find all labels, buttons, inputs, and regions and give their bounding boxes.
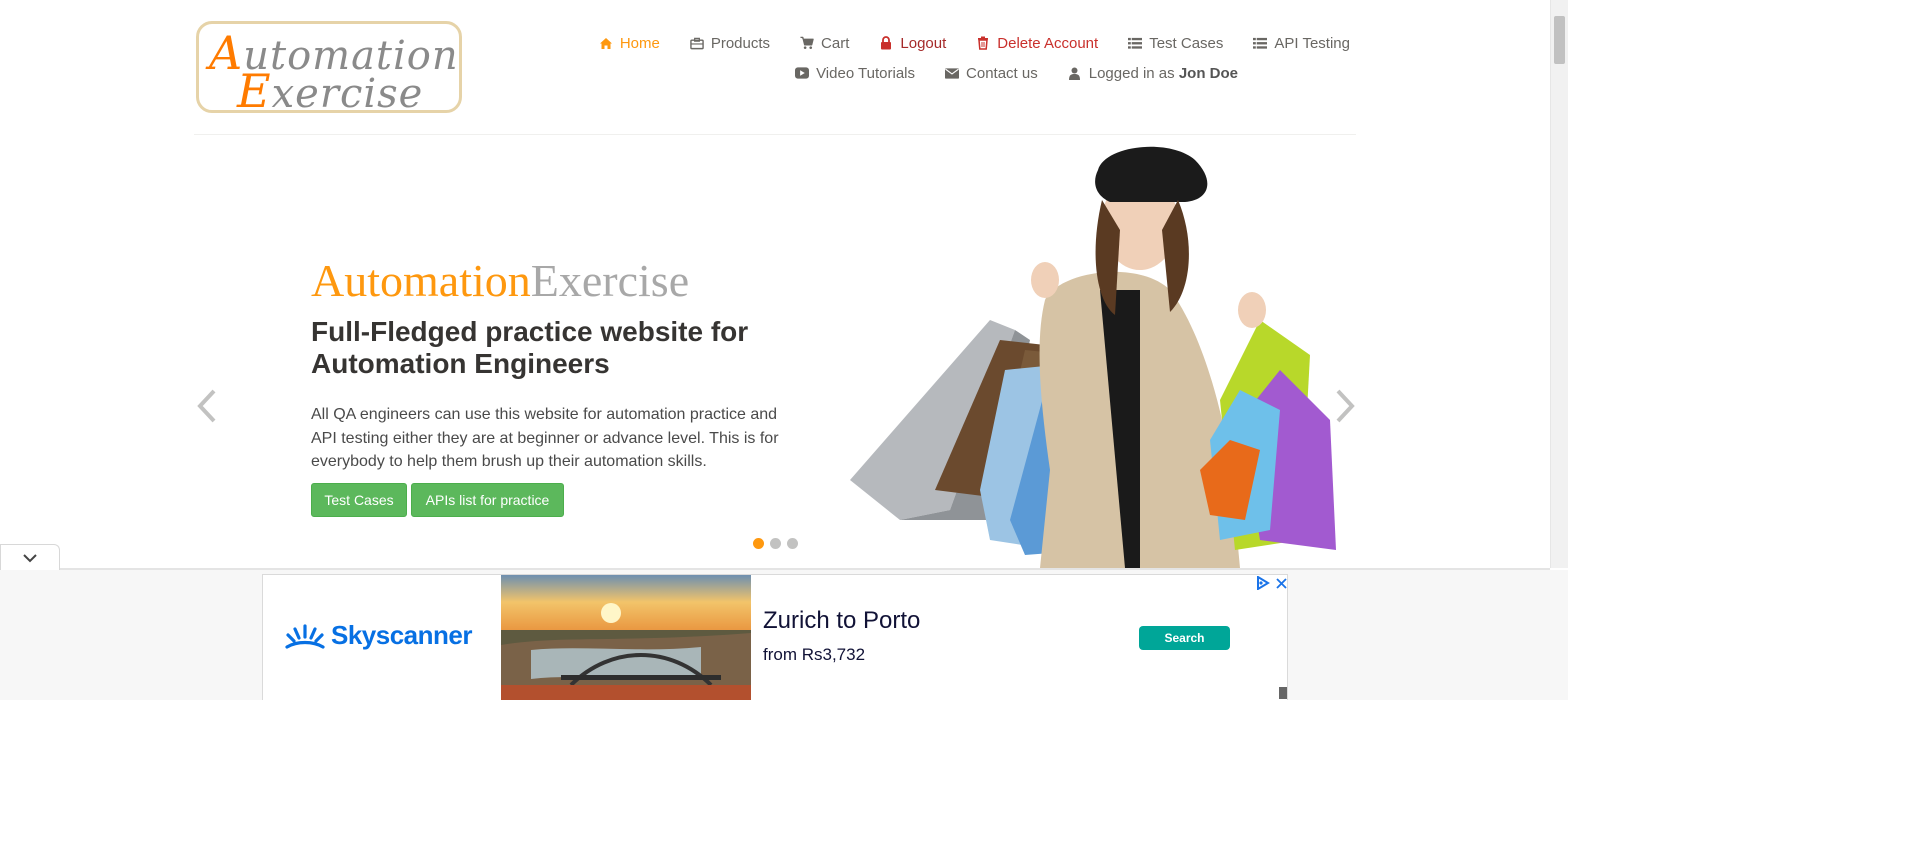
- envelope-icon: [945, 66, 960, 80]
- carousel-next-button[interactable]: [1334, 385, 1358, 429]
- ad-price: from Rs3,732: [763, 645, 866, 664]
- nav-products[interactable]: Products: [690, 35, 770, 52]
- ad-destination: Zurich to Porto: [763, 607, 921, 634]
- briefcase-icon: [690, 36, 704, 50]
- carousel-dot-1[interactable]: [753, 538, 764, 549]
- nav-video-tutorials[interactable]: Video Tutorials: [795, 65, 915, 82]
- close-ad-icon[interactable]: [1276, 577, 1287, 589]
- ad-choices: [1256, 576, 1287, 590]
- nav-cart-label: Cart: [821, 34, 850, 52]
- nav-products-label: Products: [710, 34, 771, 52]
- lock-icon: [879, 36, 893, 50]
- nav-contact-us[interactable]: Contact us: [945, 65, 1038, 82]
- site-logo[interactable]: Automation Exercise: [196, 21, 462, 118]
- nav-video-tutorials-label: Video Tutorials: [816, 64, 916, 82]
- slider-title-exercise: Exercise: [530, 255, 690, 306]
- nav-logout-label: Logout: [900, 34, 947, 52]
- test-cases-button[interactable]: Test Cases: [311, 483, 407, 517]
- logged-in-text: Logged in as Jon Doe: [1089, 65, 1238, 82]
- carousel-prev-button[interactable]: [194, 385, 218, 429]
- ad-resize-handle: [1279, 687, 1287, 699]
- user-icon: [1068, 66, 1082, 80]
- home-icon: [599, 36, 613, 50]
- skyscanner-ad[interactable]: Skyscanner Zurich to Porto from Rs3,732 …: [262, 574, 1288, 700]
- ad-collapse-button[interactable]: [0, 544, 60, 570]
- slider-title-automation: Automation: [311, 255, 531, 306]
- logo-cap-e: E: [237, 64, 272, 118]
- nav-test-cases[interactable]: Test Cases: [1128, 35, 1223, 52]
- chevron-right-icon: [1336, 389, 1355, 423]
- main-nav: Home Products Cart Logout Delete Account…: [560, 28, 1350, 88]
- nav-test-cases-label: Test Cases: [1149, 34, 1224, 52]
- adchoices-icon[interactable]: [1256, 576, 1270, 590]
- nav-api-testing[interactable]: API Testing: [1253, 35, 1350, 52]
- cart-icon: [800, 36, 814, 50]
- ad-brand: Skyscanner: [285, 620, 472, 651]
- carousel-dot-3[interactable]: [787, 538, 798, 549]
- skyscanner-sunburst-icon: [285, 623, 325, 649]
- nav-contact-us-label: Contact us: [966, 64, 1038, 82]
- carousel-indicators: [753, 538, 798, 549]
- slider-description: All QA engineers can use this website fo…: [311, 406, 779, 470]
- logged-in-username: Jon Doe: [1178, 64, 1238, 82]
- page-scrollbar[interactable]: [1550, 0, 1568, 568]
- scrollbar-thumb[interactable]: [1554, 16, 1565, 64]
- nav-api-testing-label: API Testing: [1274, 34, 1350, 52]
- slider-title: AutomationExercise: [311, 254, 689, 307]
- chevron-left-icon: [197, 389, 216, 423]
- carousel-dot-2[interactable]: [770, 538, 781, 549]
- nav-home[interactable]: Home: [599, 35, 660, 52]
- hero-shopping-woman-image: [850, 146, 1336, 568]
- nav-cart[interactable]: Cart: [800, 35, 849, 52]
- logo-text-2: xercise: [271, 71, 424, 117]
- nav-row-2: Video Tutorials Contact us Logged in as …: [560, 58, 1238, 88]
- header-divider: [194, 134, 1356, 135]
- ad-brand-name: Skyscanner: [331, 620, 472, 650]
- nav-logout[interactable]: Logout: [879, 35, 946, 52]
- logged-in-status: Logged in as Jon Doe: [1068, 65, 1238, 82]
- nav-home-label: Home: [619, 34, 660, 52]
- apis-list-button[interactable]: APIs list for practice: [411, 483, 564, 517]
- chevron-down-icon: [23, 553, 37, 562]
- list-icon: [1128, 36, 1143, 50]
- ad-search-button[interactable]: Search: [1139, 626, 1230, 650]
- trash-icon: [976, 36, 990, 50]
- nav-row-1: Home Products Cart Logout Delete Account…: [560, 28, 1350, 58]
- porto-city-photo: [501, 575, 751, 700]
- list-icon: [1253, 36, 1268, 50]
- youtube-play-icon: [795, 66, 810, 80]
- slider-heading: Full-Fledged practice website for Automa…: [311, 316, 749, 379]
- nav-delete-account[interactable]: Delete Account: [976, 35, 1098, 52]
- logged-in-prefix: Logged in as: [1088, 64, 1175, 82]
- logo-line-2: Exercise: [237, 64, 423, 118]
- nav-delete-account-label: Delete Account: [997, 34, 1099, 52]
